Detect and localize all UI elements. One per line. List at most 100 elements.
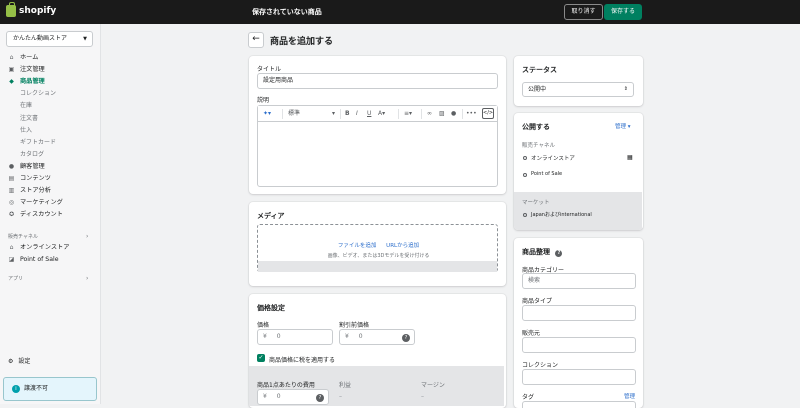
apps-header[interactable]: アプリ › [8, 275, 88, 282]
channel-online-store: オンラインストア [531, 156, 575, 162]
save-button[interactable]: 保存する [604, 4, 642, 20]
cost-input[interactable]: ¥ 0 ? [257, 389, 329, 405]
dropzone-links: ファイルを追加 URLから追加 [258, 241, 499, 249]
settings-label: 設定 [18, 358, 31, 365]
chevron-right-icon[interactable]: › [86, 233, 88, 240]
text-color-label: A [378, 110, 383, 117]
select-arrows-icon: ⇕ [623, 86, 628, 92]
title-input[interactable]: 設定用商品 [257, 73, 498, 89]
chevron-right-icon[interactable]: › [86, 275, 88, 282]
status-value: 公開中 [528, 86, 547, 93]
bold-button[interactable]: B [345, 110, 350, 118]
sidebar-item-label: ホーム [20, 54, 39, 61]
text-color-button[interactable]: A▾ [378, 110, 385, 118]
sidebar-item[interactable]: ギフトカード [0, 137, 100, 148]
sidebar-item-pos[interactable]: ◪ Point of Sale [0, 254, 100, 265]
sidebar-item-label: マーケティング [20, 199, 63, 207]
sidebar-item[interactable]: ▣ 注文管理 [0, 64, 100, 75]
sidebar-item[interactable]: コレクション [0, 88, 100, 99]
tax-label: 商品価格に税を適用する [269, 357, 336, 364]
organization-card: 商品整理 ? 商品カテゴリー 検索 商品タイプ 販売元 コレクション タグ 管理 [514, 238, 643, 408]
add-url-link[interactable]: URLから追加 [386, 243, 419, 249]
help-icon[interactable]: ? [316, 394, 324, 402]
arrow-left-icon: ← [252, 34, 260, 44]
sidebar: かんたん動画ストア ▼ ⌂ ホーム ▣ 注文管理 ◆ 商品管理コレクション 在庫注文書 仕入ギ… [0, 24, 101, 404]
status-card: ステータス 公開中 ⇕ [514, 56, 643, 106]
currency-symbol: ¥ [263, 393, 267, 400]
sidebar-item[interactable]: ◆ 商品管理 [0, 76, 100, 87]
magic-icon[interactable]: ✦▾ [263, 110, 271, 118]
tags-input[interactable] [522, 401, 636, 408]
cost-label: 商品1点あたりの費用 [257, 382, 315, 389]
back-button[interactable]: ← [248, 32, 264, 48]
sidebar-item-label: 顧客管理 [20, 162, 45, 170]
italic-button[interactable]: I [356, 110, 358, 118]
product-type-input[interactable] [522, 305, 636, 321]
discard-button[interactable]: 取り消す [564, 4, 603, 20]
product-card: タイトル 設定用商品 説明 ✦▾ 標準 ▾ B I U A▾ ≡▾ ∞ ▨ ● •… [249, 56, 506, 194]
profit-label: 利益 [339, 382, 352, 389]
sidebar-item[interactable]: 在庫 [0, 100, 100, 111]
analytics-icon: ▥ [8, 187, 15, 195]
sidebar-item[interactable]: ◎ マーケティング [0, 197, 100, 208]
sidebar-item[interactable]: ▤ コンテンツ [0, 173, 100, 184]
sidebar-item[interactable]: ✪ ディスカウント [0, 209, 100, 220]
category-search-input[interactable]: 検索 [522, 273, 636, 289]
tags-label: タグ [522, 394, 535, 401]
format-select[interactable]: 標準 ▾ [288, 110, 338, 118]
editor-toolbar: ✦▾ 標準 ▾ B I U A▾ ≡▾ ∞ ▨ ● ••• </> [258, 106, 497, 122]
code-view-button[interactable]: </> [482, 108, 494, 119]
align-button[interactable]: ≡▾ [404, 110, 412, 118]
media-title: メディア [257, 212, 285, 220]
orders-icon: ▣ [8, 66, 15, 74]
media-card: メディア ファイルを追加 URLから追加 画像、ビデオ、または3Dモデルを受け付… [249, 202, 506, 286]
underline-button[interactable]: U [367, 110, 371, 118]
compare-price-input[interactable]: ¥ 0 ? [339, 329, 415, 345]
sidebar-item[interactable]: ● 顧客管理 [0, 161, 100, 172]
sidebar-item-settings[interactable]: ⚙ 設定 [8, 356, 30, 365]
media-dropzone[interactable]: ファイルを追加 URLから追加 画像、ビデオ、または3Dモデルを受け付ける [257, 224, 498, 272]
channel-status-dot [523, 156, 527, 160]
sidebar-item[interactable]: カタログ [0, 149, 100, 160]
tax-checkbox[interactable]: ✓ [257, 354, 265, 362]
customers-icon: ● [8, 162, 15, 170]
sidebar-item[interactable]: ⌂ ホーム [0, 52, 100, 63]
sidebar-item-label: 注文管理 [20, 66, 45, 74]
vendor-label: 販売元 [522, 330, 541, 337]
vendor-input[interactable] [522, 337, 636, 353]
compare-price-value: 0 [358, 333, 363, 340]
top-bar: shopify 保存されていない商品 取り消す 保存する [0, 0, 800, 24]
sidebar-item-label: 在庫 [20, 102, 33, 110]
sidebar-item-label: ストア分析 [20, 187, 51, 195]
sidebar-item-label: コンテンツ [20, 175, 51, 182]
sidebar-item-label: カタログ [20, 150, 45, 158]
calendar-icon[interactable]: ▦ [627, 154, 633, 161]
image-icon[interactable]: ▨ [439, 110, 445, 118]
video-icon[interactable]: ● [451, 110, 456, 118]
description-editor[interactable]: ✦▾ 標準 ▾ B I U A▾ ≡▾ ∞ ▨ ● ••• </> [257, 105, 498, 187]
manage-tags-link[interactable]: 管理 [624, 392, 635, 400]
non-transferable-notice: i 譲渡不可 [3, 377, 97, 401]
link-icon[interactable]: ∞ [427, 110, 432, 118]
help-icon[interactable]: ? [402, 334, 410, 342]
add-file-link[interactable]: ファイルを追加 [338, 243, 377, 249]
sidebar-item[interactable]: 仕入 [0, 125, 100, 136]
price-input[interactable]: ¥ 0 [257, 329, 333, 345]
channels-label: 販売チャネル [522, 143, 555, 149]
sidebar-item-online-store[interactable]: ⌂ オンラインストア [0, 242, 100, 253]
title-label: タイトル [257, 66, 282, 73]
sidebar-item[interactable]: ▥ ストア分析 [0, 185, 100, 196]
store-selector[interactable]: かんたん動画ストア ▼ [6, 31, 93, 47]
notice-text: 譲渡不可 [24, 385, 49, 392]
sales-channels-label: 販売チャネル [8, 234, 38, 240]
collection-input[interactable] [522, 369, 636, 385]
sidebar-item[interactable]: 注文書 [0, 113, 100, 124]
manage-publishing-link[interactable]: 管理 ▾ [615, 122, 631, 130]
shopify-logo[interactable]: shopify [6, 2, 56, 17]
more-button[interactable]: ••• [466, 110, 477, 118]
status-select[interactable]: 公開中 ⇕ [522, 82, 634, 97]
help-icon[interactable]: ? [555, 250, 563, 257]
discount-icon: ✪ [8, 211, 15, 219]
sidebar-item-label: コレクション [20, 90, 57, 98]
unsaved-title: 保存されていない商品 [252, 8, 322, 16]
